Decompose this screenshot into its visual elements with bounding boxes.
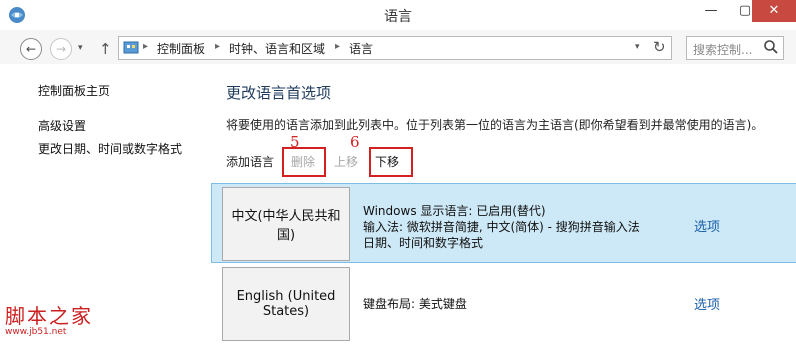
breadcrumb-separator: ▸ xyxy=(143,41,149,52)
close-button[interactable]: ✕ xyxy=(752,0,796,22)
sidebar-item-control-panel-home[interactable]: 控制面板主页 xyxy=(38,82,110,99)
minimize-button[interactable]: — xyxy=(694,0,728,22)
language-input-method: 输入法: 微软拼音简捷, 中文(简体) - 搜狗拼音输入法 xyxy=(363,220,640,234)
breadcrumb-language[interactable]: 语言 xyxy=(349,40,373,57)
remove-button[interactable]: 删除 xyxy=(291,153,315,170)
forward-button[interactable]: → xyxy=(50,38,72,60)
search-input[interactable]: 搜索控制... xyxy=(686,36,784,60)
breadcrumb-separator[interactable]: ▸ xyxy=(335,41,340,52)
navigation-bar: ← → ▾ ↑ ▸ 控制面板 ▸ 时钟、语言和区域 ▸ 语言 ▾ ↻ 搜索控制.… xyxy=(0,30,796,64)
page-description: 将要使用的语言添加到此列表中。位于列表第一位的语言为主语言(即你希望看到并最常使… xyxy=(226,118,764,132)
search-icon[interactable] xyxy=(763,39,779,55)
language-options-link[interactable]: 选项 xyxy=(694,216,720,235)
language-tile-chinese[interactable]: 中文(中华人民共和国) xyxy=(222,187,350,261)
address-bar[interactable]: ▸ 控制面板 ▸ 时钟、语言和区域 ▸ 语言 ▾ ↻ xyxy=(118,36,672,60)
control-panel-icon xyxy=(123,41,139,54)
window-title: 语言 xyxy=(384,9,412,25)
title-bar: 语言 — ▢ ✕ xyxy=(0,0,796,30)
language-display-status: Windows 显示语言: 已启用(替代) xyxy=(363,204,546,218)
annotation-number-6: 6 xyxy=(350,133,360,151)
recent-locations-dropdown-icon[interactable]: ▾ xyxy=(78,43,83,53)
watermark-logo-text: 脚本之家 xyxy=(5,304,93,328)
address-dropdown-icon[interactable]: ▾ xyxy=(635,42,640,52)
sidebar-item-advanced-settings[interactable]: 高级设置 xyxy=(38,117,86,134)
breadcrumb-clock-language-region[interactable]: 时钟、语言和区域 xyxy=(229,40,325,57)
move-down-button[interactable]: 下移 xyxy=(375,153,399,170)
back-button[interactable]: ← xyxy=(20,38,42,60)
move-up-button[interactable]: 上移 xyxy=(334,153,358,170)
refresh-icon[interactable]: ↻ xyxy=(653,38,666,56)
up-level-button[interactable]: ↑ xyxy=(99,40,112,58)
language-keyboard-layout: 键盘布局: 美式键盘 xyxy=(363,297,467,311)
language-options-link[interactable]: 选项 xyxy=(694,294,720,313)
breadcrumb-control-panel[interactable]: 控制面板 xyxy=(157,40,205,57)
language-tile-english[interactable]: English (United States) xyxy=(222,267,350,341)
search-placeholder: 搜索控制... xyxy=(693,43,753,57)
sidebar-item-change-date-time-format[interactable]: 更改日期、时间或数字格式 xyxy=(38,140,182,157)
watermark: 脚本之家 www.jb51.net xyxy=(5,300,93,337)
breadcrumb-separator[interactable]: ▸ xyxy=(215,41,220,52)
add-language-button[interactable]: 添加语言 xyxy=(226,153,274,170)
page-title: 更改语言首选项 xyxy=(226,84,332,102)
language-date-time-format: 日期、时间和数字格式 xyxy=(363,236,484,250)
